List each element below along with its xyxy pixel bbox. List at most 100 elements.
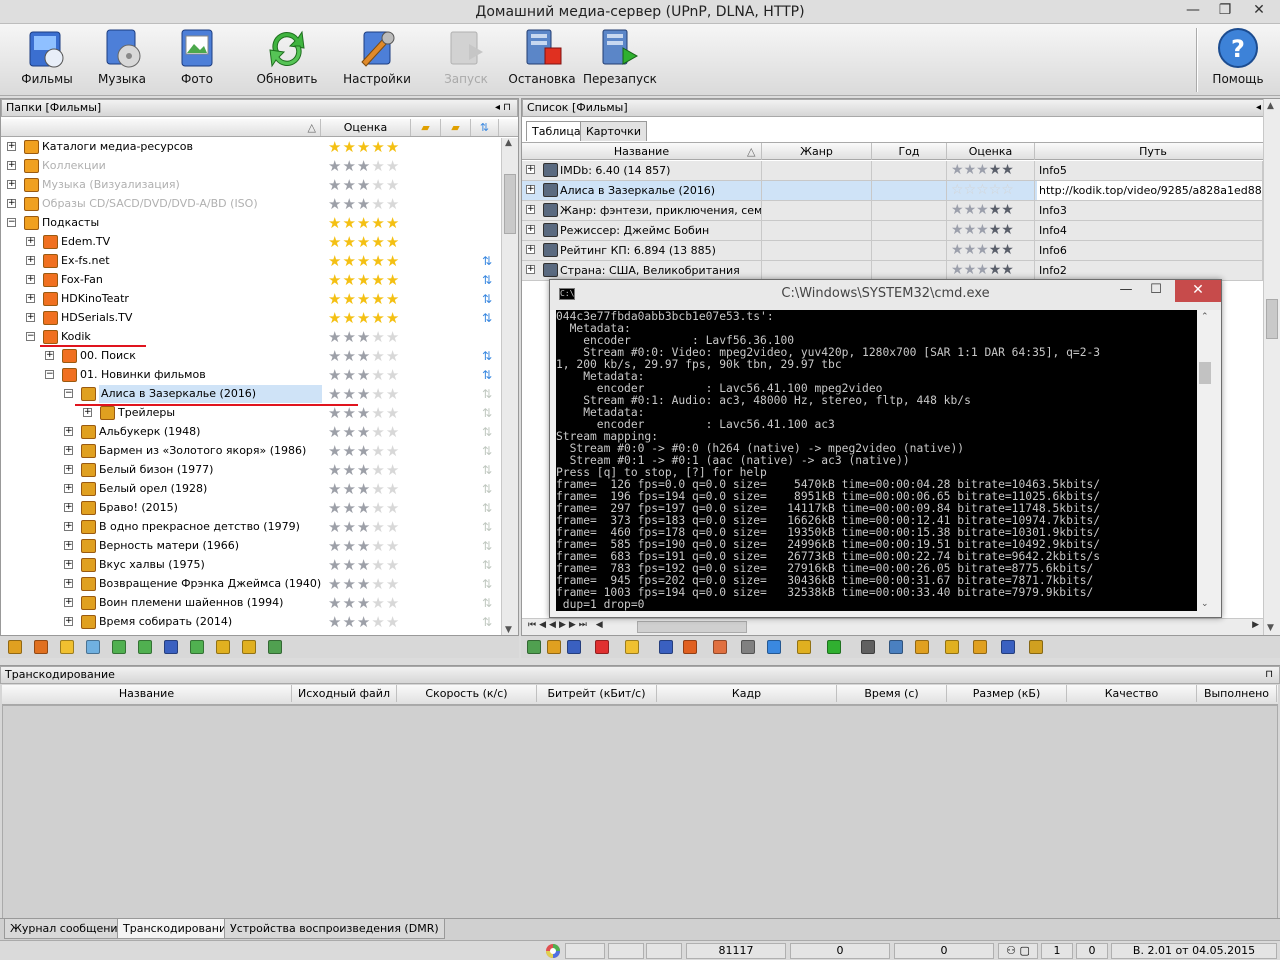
column-icon-c[interactable]: ⇅ (471, 119, 499, 136)
tab-message-log[interactable]: Журнал сообщений (4, 919, 131, 939)
update-icon[interactable]: ⇅ (482, 463, 494, 477)
rating-stars[interactable]: ★★★★★ (328, 576, 400, 592)
tab-table[interactable]: Таблица (526, 121, 587, 141)
films-button[interactable]: Фильмы (18, 26, 76, 92)
expand-icon[interactable]: + (7, 199, 16, 208)
scroll-thumb[interactable] (637, 621, 747, 633)
expand-icon[interactable]: + (64, 617, 73, 626)
settings-button[interactable]: Настройки (342, 26, 412, 92)
rating-stars[interactable]: ★★★★★ (328, 329, 400, 345)
update-icon[interactable]: ⇅ (482, 577, 494, 591)
update-icon[interactable]: ⇅ (482, 406, 494, 420)
delete-icon[interactable] (595, 640, 609, 654)
expand-icon[interactable]: + (526, 205, 535, 214)
expand-icon[interactable]: + (64, 465, 73, 474)
rating-stars[interactable]: ★★★★★ (328, 557, 400, 573)
expand-icon[interactable]: + (526, 245, 535, 254)
restart-button[interactable]: Перезапуск (583, 26, 657, 92)
move-down-icon[interactable] (138, 640, 152, 654)
update-icon[interactable]: ⇅ (482, 501, 494, 515)
column-year[interactable]: Год (872, 143, 947, 160)
table-row[interactable]: + IMDb: 6.40 (14 857) ★★★★★ Info5 (522, 161, 1272, 181)
rating-stars[interactable]: ★★★★★ (328, 386, 400, 402)
column-done[interactable]: Выполнено (1197, 685, 1277, 702)
update-icon[interactable]: ⇅ (482, 387, 494, 401)
update-icon[interactable]: ⇅ (482, 425, 494, 439)
expand-icon[interactable]: + (7, 142, 16, 151)
tree-item[interactable]: + Время собирать (2014) ★★★★★ ⇅ (1, 613, 501, 632)
tools-icon[interactable] (741, 640, 755, 654)
expand-icon[interactable]: + (526, 265, 535, 274)
column-quality[interactable]: Качество (1067, 685, 1197, 702)
rating-stars[interactable]: ★★★★★ (947, 241, 1035, 260)
tree-item[interactable]: +00. Поиск ★★★★★ ⇅ (1, 347, 501, 366)
expand-icon[interactable]: + (26, 275, 35, 284)
rating-stars[interactable]: ★★★★★ (947, 161, 1035, 180)
update-icon[interactable]: ⇅ (482, 615, 494, 629)
expand-icon[interactable]: + (526, 185, 535, 194)
save-icon[interactable] (164, 640, 178, 654)
expand-icon[interactable]: + (45, 351, 54, 360)
column-name[interactable]: Название (2, 685, 292, 702)
rating-stars[interactable]: ★★★★★ (328, 462, 400, 478)
refresh-button[interactable]: Обновить (252, 26, 322, 92)
collapse-icon[interactable]: − (7, 218, 16, 227)
update-icon[interactable]: ⇅ (482, 311, 494, 325)
cmd-minimize-button[interactable]: — (1111, 280, 1141, 302)
column-name[interactable]: Название △ (522, 143, 762, 160)
update-icon[interactable]: ⇅ (482, 349, 494, 363)
music-button[interactable]: Музыка (93, 26, 151, 92)
refresh-icon[interactable] (527, 640, 541, 654)
pin-icon[interactable]: ⊓ (1265, 667, 1273, 683)
rating-stars[interactable]: ★★★★★ (328, 443, 400, 459)
console-scrollbar[interactable]: ⌃ ⌄ (1197, 310, 1214, 611)
column-icon-a[interactable]: ▰ (411, 119, 441, 136)
tree-item[interactable]: + HDKinoTeatr ★★★★★ ⇅ (1, 290, 501, 309)
update-icon[interactable]: ⇅ (482, 292, 494, 306)
rating-stars[interactable]: ★★★★★ (328, 253, 400, 269)
collapse-icon[interactable]: − (45, 370, 54, 379)
photo-button[interactable]: Фото (168, 26, 226, 92)
rating-stars[interactable]: ★★★★★ (328, 405, 400, 421)
tree-item[interactable]: + Коллекции ★★★★★ (1, 157, 501, 176)
rating-stars[interactable]: ★★★★★ (328, 177, 400, 193)
expand-icon[interactable]: + (64, 541, 73, 550)
collapse-icon[interactable]: − (26, 332, 35, 341)
tree-item[interactable]: + HDSerials.TV ★★★★★ ⇅ (1, 309, 501, 328)
media-list-hscrollbar[interactable]: ⏮◀◀▶▶⏭ ◀ ▶ (522, 618, 1263, 635)
list-icon[interactable] (889, 640, 903, 654)
column-source[interactable]: Исходный файл (292, 685, 397, 702)
column-rating[interactable]: Оценка (947, 143, 1035, 160)
stop-button[interactable]: Остановка (508, 26, 576, 92)
close-button[interactable]: ✕ (1242, 0, 1276, 22)
expand-icon[interactable]: + (64, 503, 73, 512)
rating-stars[interactable]: ★★★★★ (328, 291, 400, 307)
column-size[interactable]: Размер (кБ) (947, 685, 1067, 702)
tree-item[interactable]: − 01. Новинки фильмов ★★★★★ ⇅ (1, 366, 501, 385)
scroll-thumb[interactable] (1266, 299, 1278, 339)
column-bitrate[interactable]: Битрейт (кБит/с) (537, 685, 657, 702)
rating-stars[interactable]: ★★★★★ (328, 139, 400, 155)
start-button[interactable]: Запуск (436, 26, 496, 92)
tree-item[interactable]: + Ex-fs.net ★★★★★ ⇅ (1, 252, 501, 271)
rating-stars[interactable]: ★★★★★ (947, 261, 1035, 280)
tree-item[interactable]: + Возвращение Фрэнка Джеймса (1940) ★★★★★ ⇅ (1, 575, 501, 594)
grid-icon[interactable] (86, 640, 100, 654)
tree-item[interactable]: + Белый орел (1928) ★★★★★ ⇅ (1, 480, 501, 499)
help-button[interactable]: ? Помощь (1208, 26, 1268, 92)
table-row[interactable]: + Рейтинг КП: 6.894 (13 885) ★★★★★ Info6 (522, 241, 1272, 261)
sort-icon[interactable]: △ (1, 119, 321, 136)
column-speed[interactable]: Скорость (к/с) (397, 685, 537, 702)
console-output[interactable]: 044c3e77fbda0abb3bcb1e07e53.ts': Metadat… (556, 310, 1197, 611)
column-rating[interactable]: Оценка (321, 119, 411, 136)
expand-icon[interactable]: + (7, 161, 16, 170)
expand-icon[interactable]: + (526, 165, 535, 174)
update-icon[interactable]: ⇅ (482, 520, 494, 534)
column-genre[interactable]: Жанр (762, 143, 872, 160)
update-icon[interactable]: ⇅ (482, 539, 494, 553)
remove-folder-icon[interactable] (34, 640, 48, 654)
update-icon[interactable]: ⇅ (482, 273, 494, 287)
column-icon-b[interactable]: ▰ (441, 119, 471, 136)
rating-stars[interactable]: ★★★★★ (328, 310, 400, 326)
rating-stars[interactable]: ★★★★★ (328, 519, 400, 535)
